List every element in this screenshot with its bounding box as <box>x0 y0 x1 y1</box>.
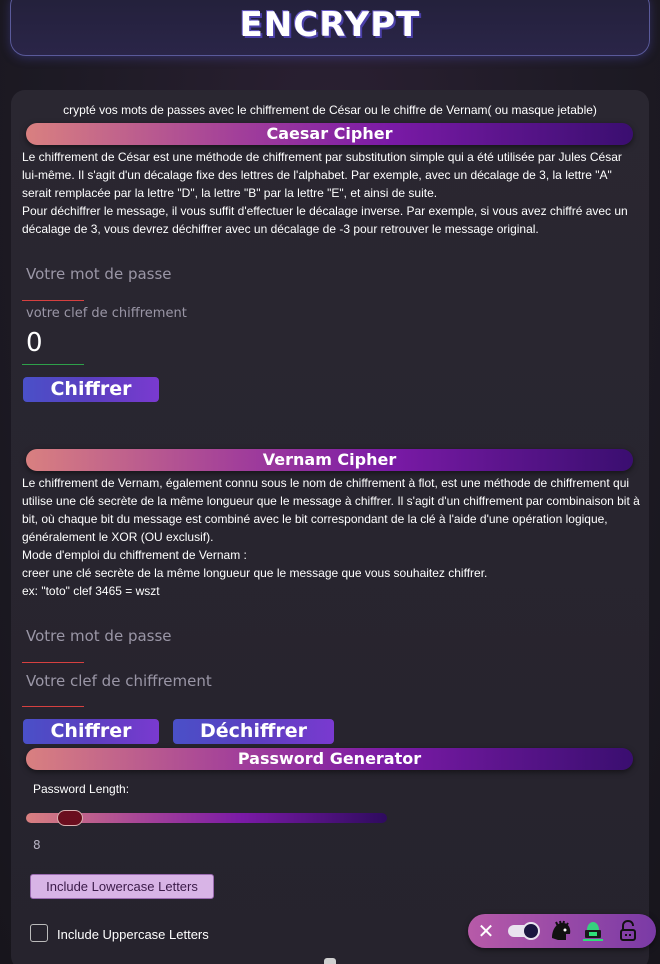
caesar-password-underline <box>22 300 84 301</box>
hacker-icon[interactable] <box>578 914 608 948</box>
caesar-key-label: votre clef de chiffrement <box>26 306 187 321</box>
vernam-key-input[interactable]: Votre clef de chiffrement <box>26 672 212 690</box>
caesar-title: Caesar Cipher <box>266 124 393 143</box>
vernam-encrypt-button[interactable]: Chiffrer <box>23 719 159 744</box>
caesar-key-input[interactable]: 0 <box>26 328 43 358</box>
caesar-description: Le chiffrement de César est une méthode … <box>22 148 640 238</box>
lock-icon[interactable] <box>613 914 643 948</box>
close-icon[interactable]: ✕ <box>476 914 496 948</box>
vernam-section-header: Vernam Cipher <box>26 449 633 471</box>
vernam-description-paragraph: ex: "toto" clef 3465 = wszt <box>22 584 160 598</box>
intro-text: crypté vos mots de passes avec le chiffr… <box>63 103 597 117</box>
caesar-section-header: Caesar Cipher <box>26 123 633 145</box>
scroll-indicator <box>324 958 336 964</box>
vernam-description-paragraph: Le chiffrement de Vernam, également conn… <box>22 476 640 544</box>
vernam-description: Le chiffrement de Vernam, également conn… <box>22 474 640 600</box>
password-length-slider-thumb[interactable] <box>57 810 83 826</box>
password-length-value: 8 <box>33 838 41 852</box>
include-uppercase-label: Include Uppercase Letters <box>57 927 209 942</box>
vernam-description-paragraph: creer une clé secrète de la même longueu… <box>22 566 488 580</box>
floating-toolbar: ✕ <box>468 914 656 948</box>
dark-mode-toggle-icon[interactable] <box>506 914 540 948</box>
vernam-key-underline <box>22 706 84 707</box>
helmet-icon[interactable] <box>546 914 576 948</box>
caesar-password-input[interactable]: Votre mot de passe <box>26 265 172 283</box>
include-lowercase-button[interactable]: Include Lowercase Letters <box>30 874 214 899</box>
caesar-description-paragraph: Pour déchiffrer le message, il vous suff… <box>22 204 628 236</box>
caesar-description-paragraph: Le chiffrement de César est une méthode … <box>22 150 622 200</box>
app-header: ENCRYPT <box>10 0 650 56</box>
caesar-key-underline <box>22 364 84 365</box>
vernam-description-paragraph: Mode d'emploi du chiffrement de Vernam : <box>22 548 247 562</box>
vernam-password-underline <box>22 662 84 663</box>
caesar-encrypt-button[interactable]: Chiffrer <box>23 377 159 402</box>
app-title: ENCRYPT <box>239 5 421 45</box>
vernam-decrypt-button[interactable]: Déchiffrer <box>173 719 334 744</box>
vernam-title: Vernam Cipher <box>262 450 397 469</box>
vernam-password-input[interactable]: Votre mot de passe <box>26 627 172 645</box>
include-uppercase-checkbox[interactable] <box>30 924 48 942</box>
generator-title: Password Generator <box>237 749 422 768</box>
generator-section-header: Password Generator <box>26 748 633 770</box>
password-length-label: Password Length: <box>33 782 130 796</box>
